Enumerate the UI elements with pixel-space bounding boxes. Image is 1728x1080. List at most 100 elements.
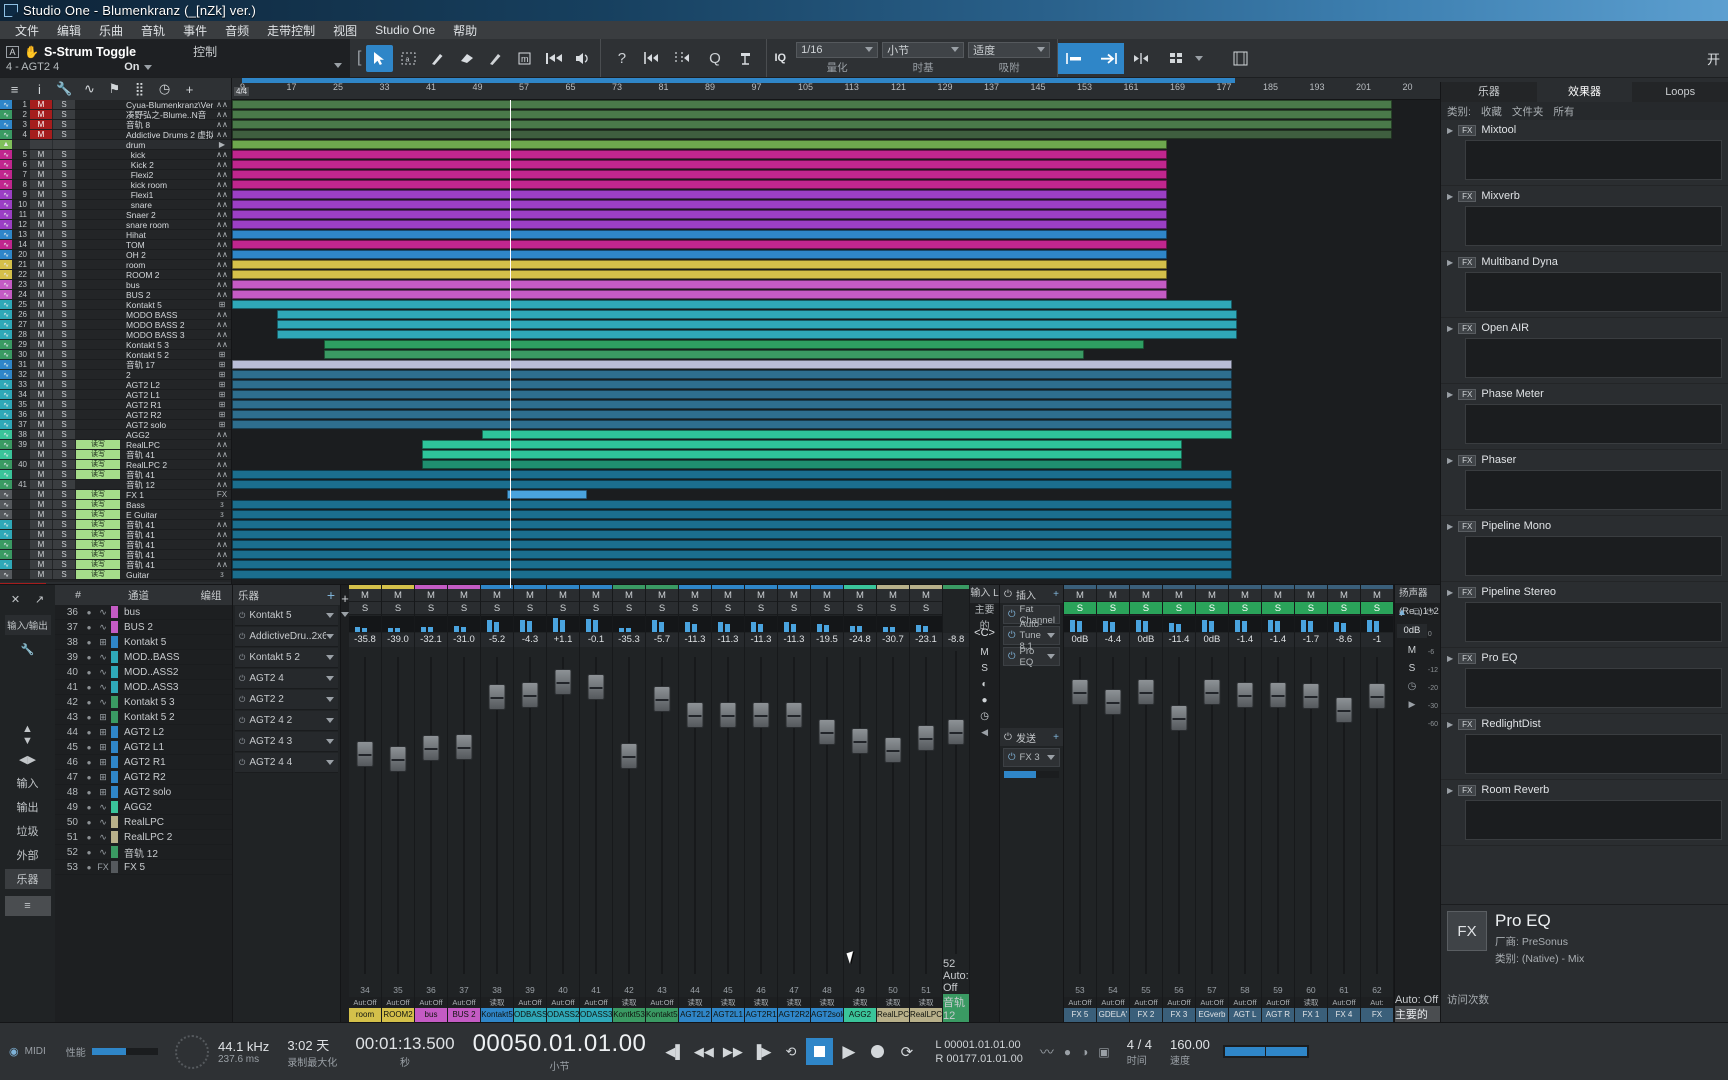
audio-clip[interactable] bbox=[232, 150, 1167, 159]
mixer-channel-row[interactable]: 38 ● ⊞ Kontakt 5 bbox=[55, 635, 232, 650]
master-output-label[interactable]: 扬声器(Re..)1+2 bbox=[1394, 585, 1440, 617]
track-mute-button[interactable]: M bbox=[30, 200, 52, 209]
instrument-row[interactable]: ⏻ AGT2 4 4 bbox=[235, 753, 338, 773]
track-automation-mode[interactable] bbox=[76, 250, 120, 259]
track-mute-button[interactable]: M bbox=[30, 420, 52, 429]
track-solo-button[interactable]: S bbox=[53, 330, 75, 339]
timebase-field[interactable]: 小节 时基 bbox=[882, 41, 965, 75]
fader-knob[interactable] bbox=[455, 734, 473, 760]
listen-tool[interactable] bbox=[569, 45, 596, 72]
audio-clip[interactable] bbox=[232, 500, 1232, 509]
fader-knob[interactable] bbox=[719, 702, 737, 728]
strip-db-value[interactable]: -4.4 bbox=[1096, 633, 1129, 647]
strip-automation-mode[interactable]: 读取 bbox=[679, 997, 711, 1008]
strip-fader[interactable] bbox=[580, 651, 612, 980]
browser-filter-所有[interactable]: 所有 bbox=[1553, 104, 1574, 119]
tempo-track-icon[interactable]: 〰 bbox=[1040, 1042, 1054, 1062]
master-meter-icon[interactable]: ▲ bbox=[1397, 607, 1407, 618]
strip-automation-mode[interactable]: Aut:Off bbox=[448, 997, 480, 1008]
arrow-tool[interactable] bbox=[366, 44, 394, 72]
grid-icon[interactable] bbox=[1164, 45, 1191, 72]
chevron-down-icon[interactable] bbox=[326, 655, 334, 660]
strip-solo-button[interactable]: S bbox=[646, 602, 678, 615]
track-mute-button[interactable]: M bbox=[30, 440, 52, 449]
insert-power-icon[interactable]: ⏻ bbox=[1008, 630, 1016, 641]
track-mute-button[interactable] bbox=[30, 140, 52, 149]
track-automation-mode[interactable] bbox=[76, 110, 120, 119]
chevron-down-icon[interactable] bbox=[1046, 654, 1055, 659]
track-automation-mode[interactable] bbox=[76, 130, 120, 139]
fader-knob[interactable] bbox=[554, 669, 572, 695]
track-row[interactable]: ∿ 22 M S ROOM 2 ∧∧ bbox=[0, 270, 231, 280]
track-automation-mode[interactable] bbox=[76, 310, 120, 319]
menu-item-8[interactable]: Studio One bbox=[366, 22, 444, 38]
track-name[interactable]: ROOM 2 bbox=[120, 270, 213, 280]
chevron-right-icon[interactable]: ▶ bbox=[1447, 126, 1453, 135]
strip-solo-button[interactable]: S bbox=[349, 602, 381, 615]
track-automation-mode[interactable] bbox=[76, 430, 120, 439]
track-solo-button[interactable]: S bbox=[53, 380, 75, 389]
audio-clip[interactable] bbox=[232, 100, 1392, 109]
strip-mute-button[interactable]: M bbox=[1096, 589, 1129, 602]
strip-db-value[interactable]: -24.8 bbox=[844, 633, 876, 647]
send-level-slider[interactable] bbox=[1004, 771, 1059, 778]
insert-power-icon[interactable]: ⏻ bbox=[1008, 609, 1016, 620]
strip-mute-button[interactable]: M bbox=[910, 589, 942, 602]
channel-strip-38[interactable]: M S -5.2 38 读取 Kontakt5 bbox=[481, 585, 514, 1022]
strip-db-value[interactable]: -5.7 bbox=[646, 633, 678, 647]
track-row[interactable]: ∿ 36 M S AGT2 R2 ⊞ bbox=[0, 410, 231, 420]
bars-section[interactable]: 00050.01.01.00 小节 bbox=[464, 1023, 656, 1080]
menu-item-4[interactable]: 事件 bbox=[174, 21, 216, 40]
fader-knob[interactable] bbox=[1104, 689, 1122, 715]
strip-solo-button[interactable]: S bbox=[1294, 602, 1327, 615]
audio-clip[interactable] bbox=[232, 130, 1392, 139]
insert-power-icon[interactable]: ⏻ bbox=[1008, 651, 1016, 662]
stop-button[interactable] bbox=[806, 1038, 834, 1065]
strip-fader[interactable] bbox=[1262, 651, 1294, 980]
strip-automation-mode[interactable]: Aut:Off bbox=[1063, 997, 1096, 1008]
strip-mute-button[interactable]: M bbox=[580, 589, 612, 602]
track-solo-button[interactable]: S bbox=[53, 440, 75, 449]
channel-strip-58[interactable]: M S -1.4 58 Aut:Off AGT L bbox=[1228, 585, 1262, 1022]
strip-solo-button[interactable]: S bbox=[1261, 602, 1294, 615]
mixer-channel-row[interactable]: 50 ● ∿ RealLPC bbox=[55, 815, 232, 830]
fader-knob[interactable] bbox=[686, 702, 704, 728]
fader-knob[interactable] bbox=[356, 741, 374, 767]
strip-db-value[interactable]: -1.4 bbox=[1261, 633, 1294, 647]
channel-visibility-icon[interactable]: ● bbox=[83, 788, 95, 797]
strip-fader[interactable] bbox=[646, 651, 678, 980]
track-solo-button[interactable]: S bbox=[53, 420, 75, 429]
track-name[interactable]: AGG2 bbox=[120, 430, 213, 440]
strip-mute-button[interactable]: M bbox=[1195, 589, 1228, 602]
track-row[interactable]: ∿ 33 M S AGT2 L2 ⊞ bbox=[0, 380, 231, 390]
track-automation-mode[interactable]: 读写 bbox=[76, 500, 120, 509]
listen-icon[interactable]: ◐ bbox=[982, 679, 988, 690]
mixer-channel-row[interactable]: 42 ● ∿ Kontakt 5 3 bbox=[55, 695, 232, 710]
track-solo-button[interactable]: S bbox=[53, 150, 75, 159]
mixer-channel-row[interactable]: 41 ● ∿ MOD..ASS3 bbox=[55, 680, 232, 695]
clock-icon[interactable]: ◷ bbox=[152, 79, 177, 99]
audio-clip[interactable] bbox=[277, 330, 1237, 339]
strip-automation-mode[interactable]: Aut:Off bbox=[415, 997, 447, 1008]
snap-both-icon[interactable] bbox=[1124, 43, 1157, 74]
track-automation-mode[interactable] bbox=[76, 200, 120, 209]
chevron-right-icon[interactable]: ▶ bbox=[1447, 720, 1453, 729]
strip-automation-mode[interactable]: Aut:Off bbox=[646, 997, 678, 1008]
strip-fader[interactable] bbox=[415, 651, 447, 980]
track-solo-button[interactable]: S bbox=[53, 490, 75, 499]
video-icon[interactable] bbox=[1227, 45, 1254, 72]
track-row[interactable]: ∿ 12 M Ssnare room ∧∧ bbox=[0, 220, 231, 230]
track-solo-button[interactable] bbox=[53, 140, 75, 149]
add-instrument-button[interactable]: + bbox=[327, 587, 335, 603]
master-power-icon[interactable]: ⏻ bbox=[1426, 607, 1434, 618]
track-row[interactable]: ∿ 28 M S MODO BASS 3 ∧∧ bbox=[0, 330, 231, 340]
track-automation-mode[interactable] bbox=[76, 170, 120, 179]
mixer-channel-name[interactable]: AGG2 bbox=[124, 802, 232, 813]
mixer-channel-name[interactable]: 音轨 12 bbox=[124, 845, 232, 860]
fader-knob[interactable] bbox=[1335, 697, 1353, 723]
chevron-down-icon[interactable] bbox=[326, 697, 334, 702]
track-solo-button[interactable]: S bbox=[53, 220, 75, 229]
track-name[interactable]: TOM bbox=[120, 240, 213, 250]
track-name[interactable]: Snaer 2 bbox=[120, 210, 213, 220]
instrument-row[interactable]: ⏻ AGT2 4 2 bbox=[235, 711, 338, 731]
